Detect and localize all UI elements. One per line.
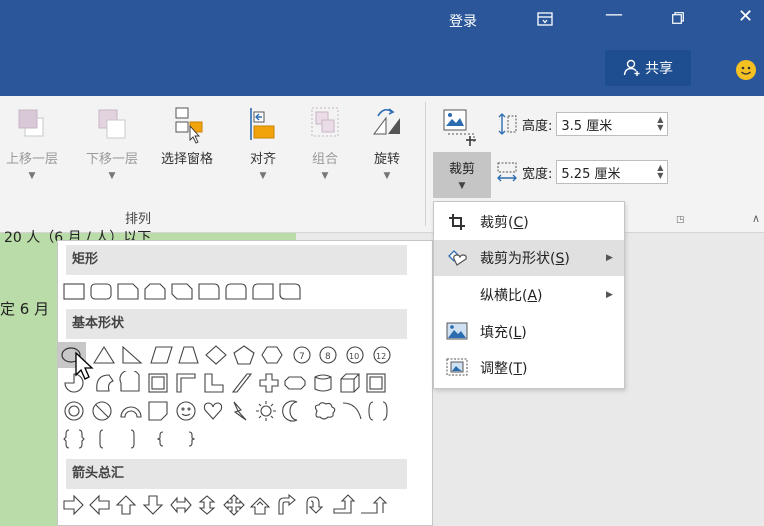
send-backward-label: 下移一层 xyxy=(86,152,139,167)
group-button[interactable]: 组合 ▼ xyxy=(308,104,342,181)
height-value: 3.5 厘米 xyxy=(561,118,613,134)
chevron-down-icon: ▼ xyxy=(321,171,329,181)
basic-shapes-row1-icon[interactable]: 7 8 10 12 xyxy=(61,343,411,367)
crop-picture-icon xyxy=(443,109,476,146)
share-label: 共享 xyxy=(645,61,673,77)
arrange-group-label: 排列 xyxy=(125,212,152,227)
ribbon: 上移一层 ▼ 下移一层 ▼ 选择窗格 对齐 ▼ 组合 ▼ 旋转 ▼ 排列 裁剪 … xyxy=(0,96,764,233)
crop-button[interactable]: 裁剪 ▼ xyxy=(433,152,491,198)
fill-picture-icon xyxy=(434,322,480,342)
crop-tool-icon xyxy=(434,212,480,232)
login-link[interactable]: 登录 xyxy=(449,11,477,31)
height-spinner[interactable]: ▲ ▼ xyxy=(657,116,663,132)
menu-item-accesskey: T xyxy=(513,361,523,377)
category-block-arrows: 箭头总汇 xyxy=(66,459,407,489)
bring-forward-icon xyxy=(15,104,49,146)
menu-item-accesskey: L xyxy=(513,325,522,341)
menu-item-accesskey: S xyxy=(555,251,565,267)
crop-label: 裁剪 xyxy=(448,162,475,177)
submenu-arrow-icon: ▶ xyxy=(606,253,613,263)
align-icon xyxy=(246,104,280,146)
rotate-icon xyxy=(370,104,404,146)
menu-item-label: 裁剪为形状 xyxy=(480,251,550,267)
menu-item-accesskey: C xyxy=(513,215,524,231)
menu-item-label: 裁剪 xyxy=(480,215,508,231)
shape-height-icon xyxy=(498,113,517,135)
svg-text:8: 8 xyxy=(325,352,331,362)
menu-item-crop[interactable]: 裁剪(C) xyxy=(434,204,624,240)
menu-item-aspect-ratio[interactable]: 纵横比(A) ▶ xyxy=(434,277,624,313)
chevron-down-icon: ▼ xyxy=(28,171,36,181)
align-label: 对齐 xyxy=(249,152,276,167)
height-row: 高度: 3.5 厘米 ▲ ▼ xyxy=(496,112,669,136)
menu-item-crop-to-shape[interactable]: 裁剪为形状(S) ▶ xyxy=(434,240,624,276)
width-row: 宽度: 5.25 厘米 ▲ ▼ xyxy=(496,160,669,184)
menu-item-fill[interactable]: 填充(L) xyxy=(434,314,624,350)
crop-to-shape-icon xyxy=(434,248,480,268)
rotate-label: 旋转 xyxy=(373,152,400,167)
chevron-down-icon: ▼ xyxy=(458,181,466,191)
send-backward-icon xyxy=(95,104,129,146)
width-spinner[interactable]: ▲ ▼ xyxy=(657,164,663,180)
fit-picture-icon xyxy=(434,358,480,378)
height-input[interactable]: 3.5 厘米 ▲ ▼ xyxy=(556,112,669,136)
basic-shapes-row2-icon[interactable] xyxy=(61,371,411,395)
width-input[interactable]: 5.25 厘米 ▲ ▼ xyxy=(556,160,669,184)
rectangle-shapes-icon[interactable] xyxy=(61,281,331,303)
menu-item-accesskey: A xyxy=(527,288,538,304)
chevron-down-icon: ▼ xyxy=(383,171,391,181)
selection-pane-icon xyxy=(170,104,204,146)
bring-forward-button[interactable]: 上移一层 ▼ xyxy=(6,104,58,181)
size-dialog-launcher-icon[interactable]: ◳ xyxy=(676,215,685,225)
basic-shapes-row4-icon[interactable] xyxy=(61,427,261,451)
menu-item-label: 纵横比 xyxy=(480,288,522,304)
ribbon-display-options-icon[interactable] xyxy=(537,12,553,26)
mouse-cursor-icon xyxy=(75,351,94,380)
category-rectangles: 矩形 xyxy=(66,245,407,275)
block-arrow-shapes-icon[interactable] xyxy=(61,493,411,517)
width-label: 宽度: xyxy=(522,166,553,182)
menu-item-label: 填充 xyxy=(480,325,508,341)
document-text: 定 6 月 xyxy=(0,300,50,318)
restore-button[interactable] xyxy=(672,12,684,24)
width-value: 5.25 厘米 xyxy=(561,166,621,182)
collapse-ribbon-icon[interactable]: ∧ xyxy=(752,212,760,225)
rotate-button[interactable]: 旋转 ▼ xyxy=(370,104,404,181)
svg-text:10: 10 xyxy=(349,352,359,361)
svg-text:7: 7 xyxy=(299,352,305,362)
group-objects-icon xyxy=(308,104,342,146)
selection-pane-button[interactable]: 选择窗格 xyxy=(161,104,213,167)
menu-item-fit[interactable]: 调整(T) xyxy=(434,350,624,386)
align-button[interactable]: 对齐 ▼ xyxy=(246,104,280,181)
height-label: 高度: xyxy=(522,118,553,134)
svg-text:12: 12 xyxy=(376,352,386,361)
bring-forward-label: 上移一层 xyxy=(6,152,59,167)
chevron-down-icon: ▼ xyxy=(259,171,267,181)
chevron-down-icon: ▼ xyxy=(108,171,116,181)
selection-pane-label: 选择窗格 xyxy=(161,152,214,167)
send-backward-button[interactable]: 下移一层 ▼ xyxy=(86,104,138,181)
submenu-arrow-icon: ▶ xyxy=(606,290,613,300)
title-bar: 登录 — ✕ 共享 xyxy=(0,0,764,96)
group-separator xyxy=(425,102,426,226)
share-button[interactable]: 共享 xyxy=(605,50,691,86)
menu-item-label: 调整 xyxy=(480,361,508,377)
person-add-icon xyxy=(623,59,640,76)
crop-to-shape-gallery: 矩形 基本形状 7 8 10 12 箭头总汇 xyxy=(57,240,433,526)
crop-dropdown-menu: 裁剪(C) 裁剪为形状(S) ▶ 纵横比(A) ▶ 填充(L) 调整(T) xyxy=(433,201,625,389)
feedback-smiley-icon[interactable] xyxy=(736,60,756,80)
shape-width-icon xyxy=(497,162,517,182)
minimize-button[interactable]: — xyxy=(605,4,623,25)
close-button[interactable]: ✕ xyxy=(738,6,753,27)
group-label: 组合 xyxy=(311,152,338,167)
category-basic-shapes: 基本形状 xyxy=(66,309,407,339)
basic-shapes-row3-icon[interactable] xyxy=(61,399,411,423)
